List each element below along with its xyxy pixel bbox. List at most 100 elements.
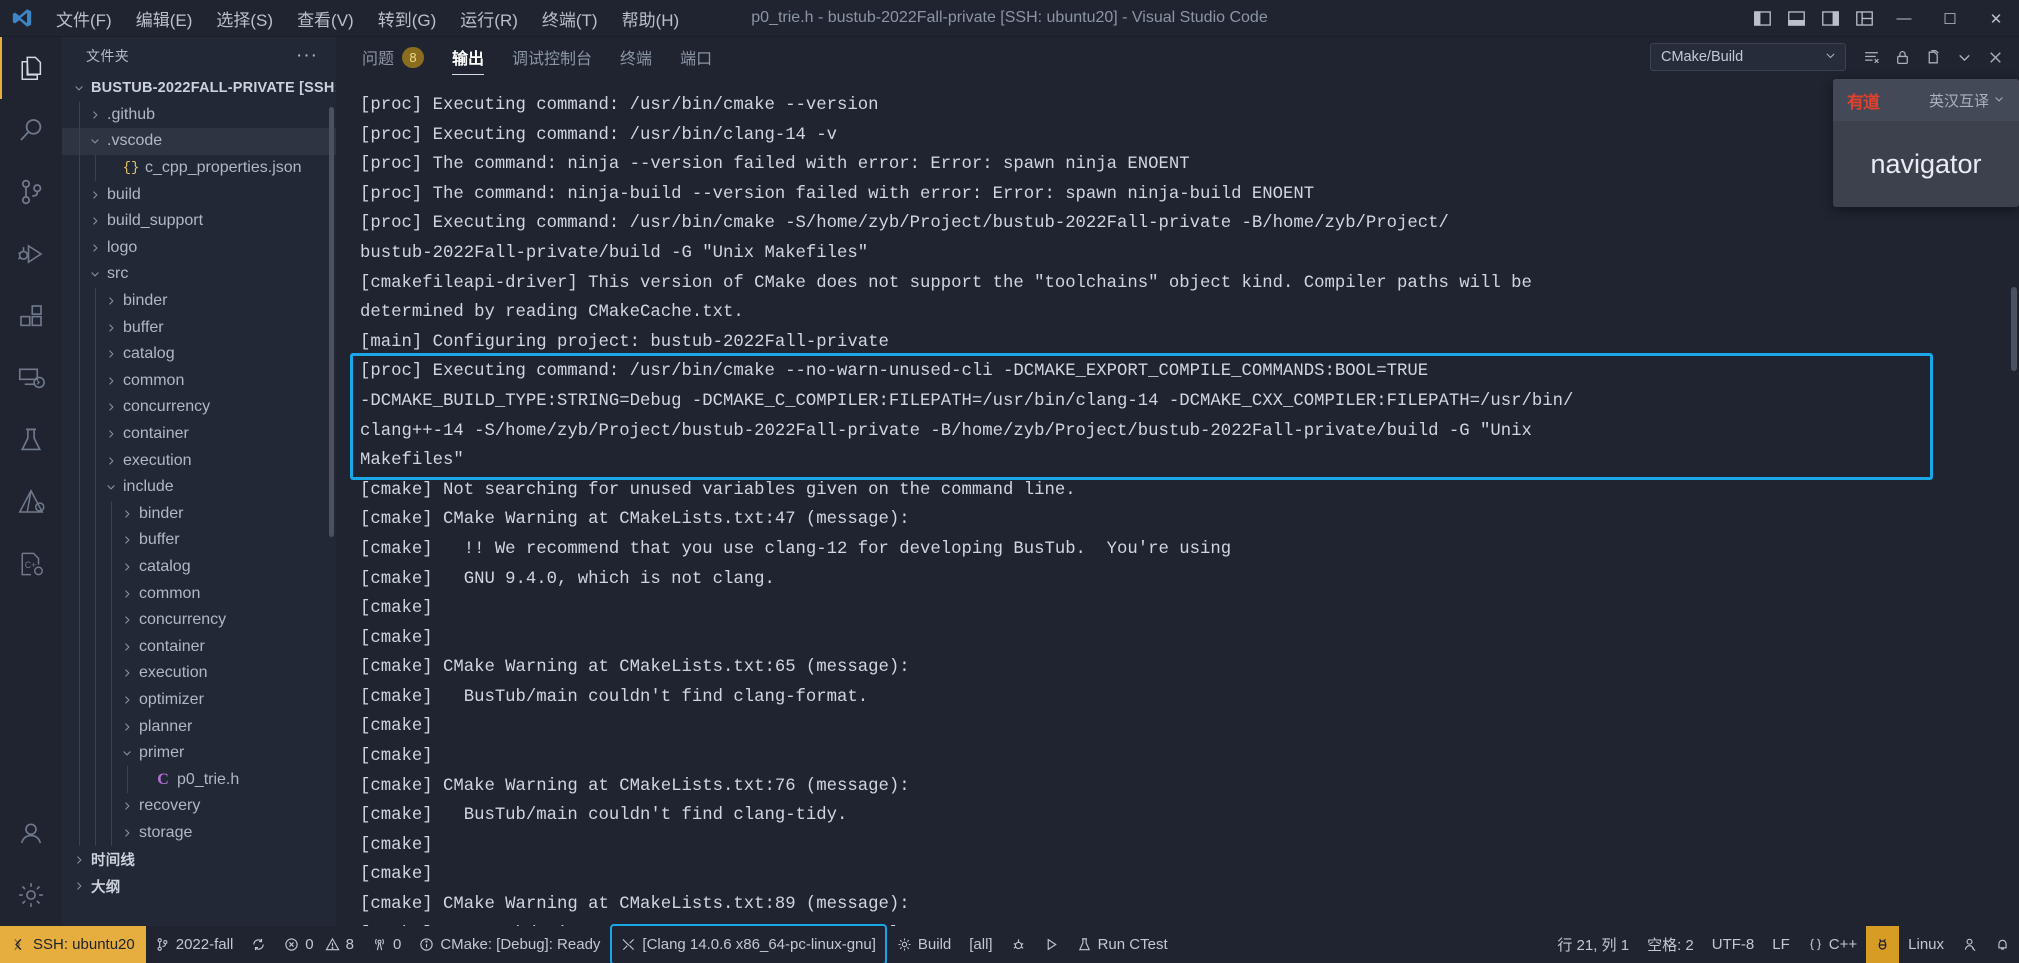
tab-terminal[interactable]: 终端 (606, 37, 666, 77)
run-and-debug-icon[interactable] (0, 223, 62, 285)
tree-item[interactable]: .github (62, 101, 336, 129)
tree-item[interactable]: concurrency (62, 394, 336, 421)
console-scrollbar[interactable] (2011, 287, 2017, 371)
minimize-button[interactable]: — (1881, 0, 1927, 37)
toggle-primary-sidebar-icon[interactable] (1745, 0, 1779, 37)
tree-item[interactable]: container (62, 633, 336, 661)
tree-item[interactable]: .vscode (62, 128, 336, 155)
clear-output-icon[interactable] (1857, 43, 1885, 71)
output-channel-select[interactable]: CMake/Build (1650, 43, 1846, 71)
tree-item[interactable]: {} c_cpp_properties.json (62, 154, 336, 182)
open-in-editor-icon[interactable] (1919, 43, 1947, 71)
status-errors-warnings[interactable]: 0 8 (275, 926, 363, 963)
indent-guide (79, 394, 80, 421)
tree-item[interactable]: planner (62, 713, 336, 740)
close-panel-icon[interactable] (1981, 43, 2009, 71)
maximize-button[interactable]: ☐ (1927, 0, 1973, 37)
menu-help[interactable]: 帮助(H) (610, 2, 692, 35)
menu-selection[interactable]: 选择(S) (204, 2, 285, 35)
tree-item[interactable]: common (62, 367, 336, 395)
tree-item[interactable]: container (62, 420, 336, 448)
status-launch-target[interactable] (1035, 926, 1068, 963)
tab-ports[interactable]: 端口 (666, 37, 726, 77)
tree-item[interactable]: catalog (62, 553, 336, 581)
status-notifications[interactable] (1986, 926, 2019, 963)
status-run-ctest[interactable]: Run CTest (1068, 926, 1177, 963)
remote-explorer-icon[interactable] (0, 347, 62, 409)
tree-item[interactable]: storage (62, 819, 336, 847)
menu-go[interactable]: 转到(G) (366, 2, 449, 35)
tree-item[interactable]: primer (62, 739, 336, 767)
toggle-secondary-sidebar-icon[interactable] (1813, 0, 1847, 37)
status-feedback[interactable] (1953, 926, 1986, 963)
status-bug-highlighted[interactable] (1866, 926, 1900, 963)
tree-item[interactable]: build (62, 181, 336, 208)
status-ports[interactable]: 0 (363, 926, 410, 963)
menu-run[interactable]: 运行(R) (448, 2, 530, 35)
settings-gear-icon[interactable] (0, 864, 62, 926)
tree-item[interactable]: concurrency (62, 606, 336, 634)
tree-item[interactable]: catalog (62, 340, 336, 368)
menu-view[interactable]: 查看(V) (285, 2, 366, 35)
menu-bar[interactable]: 文件(F) 编辑(E) 选择(S) 查看(V) 转到(G) 运行(R) 终端(T… (44, 2, 691, 35)
explorer-icon[interactable] (0, 37, 62, 99)
sidebar-scrollbar[interactable] (329, 107, 334, 537)
status-build[interactable]: Build (888, 926, 960, 963)
status-debug-target[interactable] (1002, 926, 1035, 963)
translator-mode-selector[interactable]: 英汉互译 (1929, 90, 2005, 111)
sidebar-section-timeline[interactable]: 时间线 (62, 846, 336, 873)
status-language-mode[interactable]: C++ (1799, 926, 1866, 963)
output-console[interactable]: [proc] Executing command: /usr/bin/cmake… (336, 77, 2019, 926)
panel-chevron-down-icon[interactable] (1950, 43, 1978, 71)
tab-problems[interactable]: 问题 8 (348, 37, 438, 77)
tree-item[interactable]: optimizer (62, 686, 336, 714)
menu-terminal[interactable]: 终端(T) (530, 2, 610, 35)
status-build-target[interactable]: [all] (960, 926, 1001, 963)
status-indentation[interactable]: 空格: 2 (1638, 926, 1703, 963)
source-control-icon[interactable] (0, 161, 62, 223)
menu-edit[interactable]: 编辑(E) (124, 2, 205, 35)
cpp-config-icon[interactable]: C+ (0, 533, 62, 595)
toggle-panel-icon[interactable] (1779, 0, 1813, 37)
tree-item[interactable]: Cp0_trie.h (62, 766, 336, 794)
sidebar-section-outline[interactable]: 大纲 (62, 873, 336, 900)
customize-layout-icon[interactable] (1847, 0, 1881, 37)
testing-icon[interactable] (0, 409, 62, 471)
status-cursor-position[interactable]: 行 21, 列 1 (1548, 926, 1638, 963)
close-button[interactable]: ✕ (1973, 0, 2019, 37)
status-remote[interactable]: SSH: ubuntu20 (0, 926, 146, 963)
status-eol[interactable]: LF (1763, 926, 1799, 963)
tree-root[interactable]: BUSTUB-2022FALL-PRIVATE [SSH: U... (62, 75, 336, 102)
accounts-icon[interactable] (0, 802, 62, 864)
tree-item[interactable]: recovery (62, 793, 336, 820)
status-branch-label: 2022-fall (175, 936, 234, 953)
status-sync[interactable] (242, 926, 275, 963)
tree-item[interactable]: logo (62, 234, 336, 262)
search-icon[interactable] (0, 99, 62, 161)
status-platform[interactable]: Linux (1899, 926, 1953, 963)
lock-scroll-icon[interactable] (1888, 43, 1916, 71)
tree-item[interactable]: buffer (62, 314, 336, 341)
status-cmake[interactable]: CMake: [Debug]: Ready (410, 926, 609, 963)
tree-item[interactable]: execution (62, 660, 336, 687)
youdao-translator-popup[interactable]: 有道 英汉互译 navigator (1833, 79, 2019, 207)
tree-item[interactable]: build_support (62, 207, 336, 235)
tree-item[interactable]: src (62, 261, 336, 288)
status-cmake-kit[interactable]: [Clang 14.0.6 x86_64-pc-linux-gnu] (610, 924, 887, 963)
cmake-tools-icon[interactable] (0, 471, 62, 533)
tree-item[interactable]: binder (62, 287, 336, 315)
menu-file[interactable]: 文件(F) (44, 2, 124, 35)
tree-item[interactable]: binder (62, 500, 336, 528)
indent-guide (111, 500, 112, 528)
status-encoding[interactable]: UTF-8 (1703, 926, 1764, 963)
tree-item[interactable]: execution (62, 447, 336, 474)
tab-output[interactable]: 输出 (438, 37, 498, 77)
chevron-down-icon (1824, 49, 1837, 66)
tree-item[interactable]: buffer (62, 527, 336, 554)
sidebar-more-actions-icon[interactable]: ··· (296, 45, 318, 67)
status-branch[interactable]: 2022-fall (146, 926, 243, 963)
extensions-icon[interactable] (0, 285, 62, 347)
tab-debug-console[interactable]: 调试控制台 (498, 37, 606, 77)
tree-item[interactable]: common (62, 580, 336, 607)
tree-item[interactable]: include (62, 473, 336, 501)
